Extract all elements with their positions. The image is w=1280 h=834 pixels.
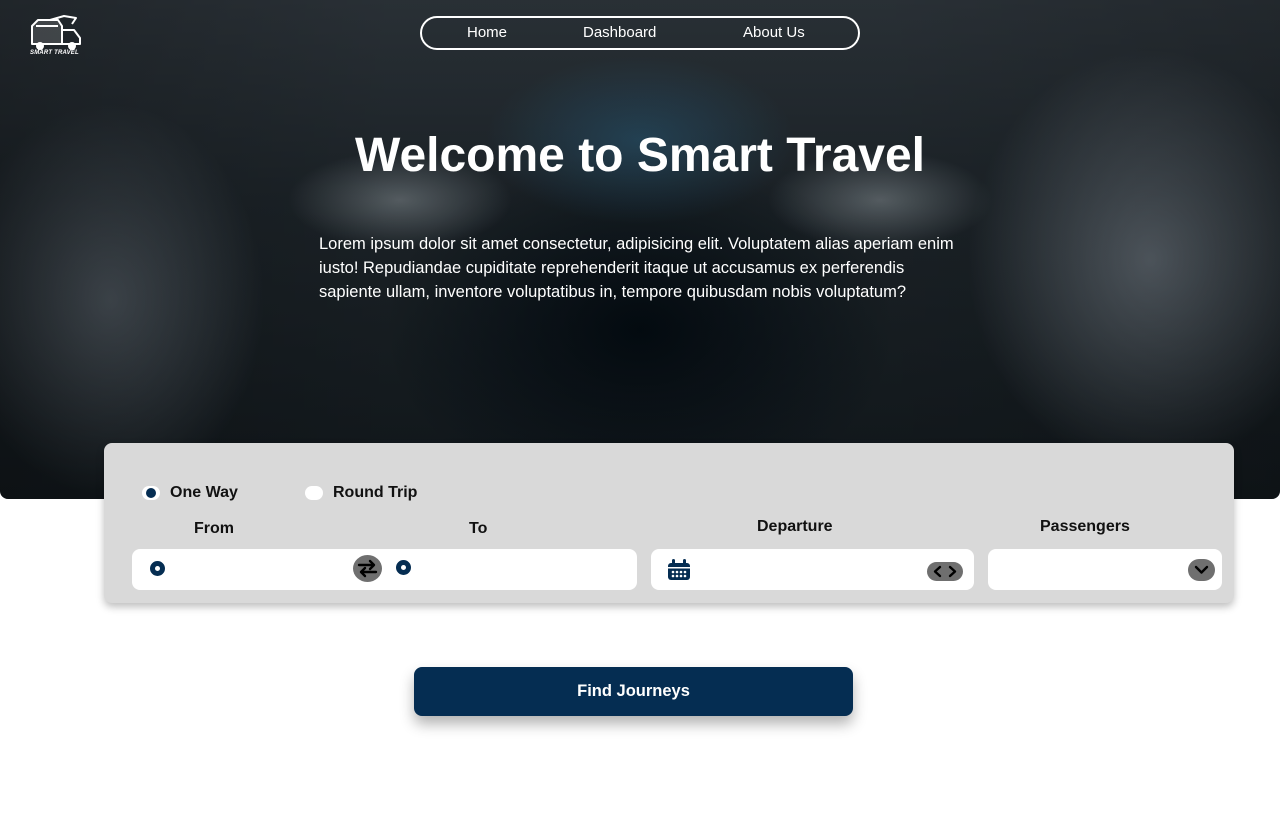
nav-home[interactable]: Home [467,24,507,41]
one-way-label: One Way [170,484,238,501]
location-pin-icon [396,560,411,575]
chevron-down-icon [1194,565,1209,574]
find-journeys-button[interactable]: Find Journeys [414,667,853,716]
trip-type-round-trip[interactable]: Round Trip [305,484,417,502]
trip-type-one-way[interactable]: One Way [142,484,238,502]
nav-dashboard[interactable]: Dashboard [583,24,656,41]
round-trip-label: Round Trip [333,484,418,501]
from-to-field[interactable] [132,549,637,590]
logo-text: SMART TRAVEL [30,50,79,56]
nav-about-us[interactable]: About Us [743,24,805,41]
main-nav: Home Dashboard About Us [420,16,860,50]
passengers-select[interactable] [988,549,1222,590]
to-label: To [469,520,488,537]
passengers-label: Passengers [1040,518,1130,535]
departure-date-field[interactable] [651,549,974,590]
chevron-left-right-icon [933,565,957,578]
one-way-radio[interactable] [142,486,160,500]
from-label: From [194,520,234,537]
location-pin-icon [150,561,165,576]
date-stepper[interactable] [927,562,963,581]
swap-arrows-icon [357,559,378,578]
swap-locations-button[interactable] [353,555,382,582]
round-trip-radio[interactable] [305,486,323,500]
departure-label: Departure [757,518,833,535]
hero-description: Lorem ipsum dolor sit amet consectetur, … [319,235,954,301]
passengers-dropdown-toggle[interactable] [1188,559,1215,581]
hero-title: Welcome to Smart Travel [355,129,925,182]
calendar-icon [668,559,690,580]
